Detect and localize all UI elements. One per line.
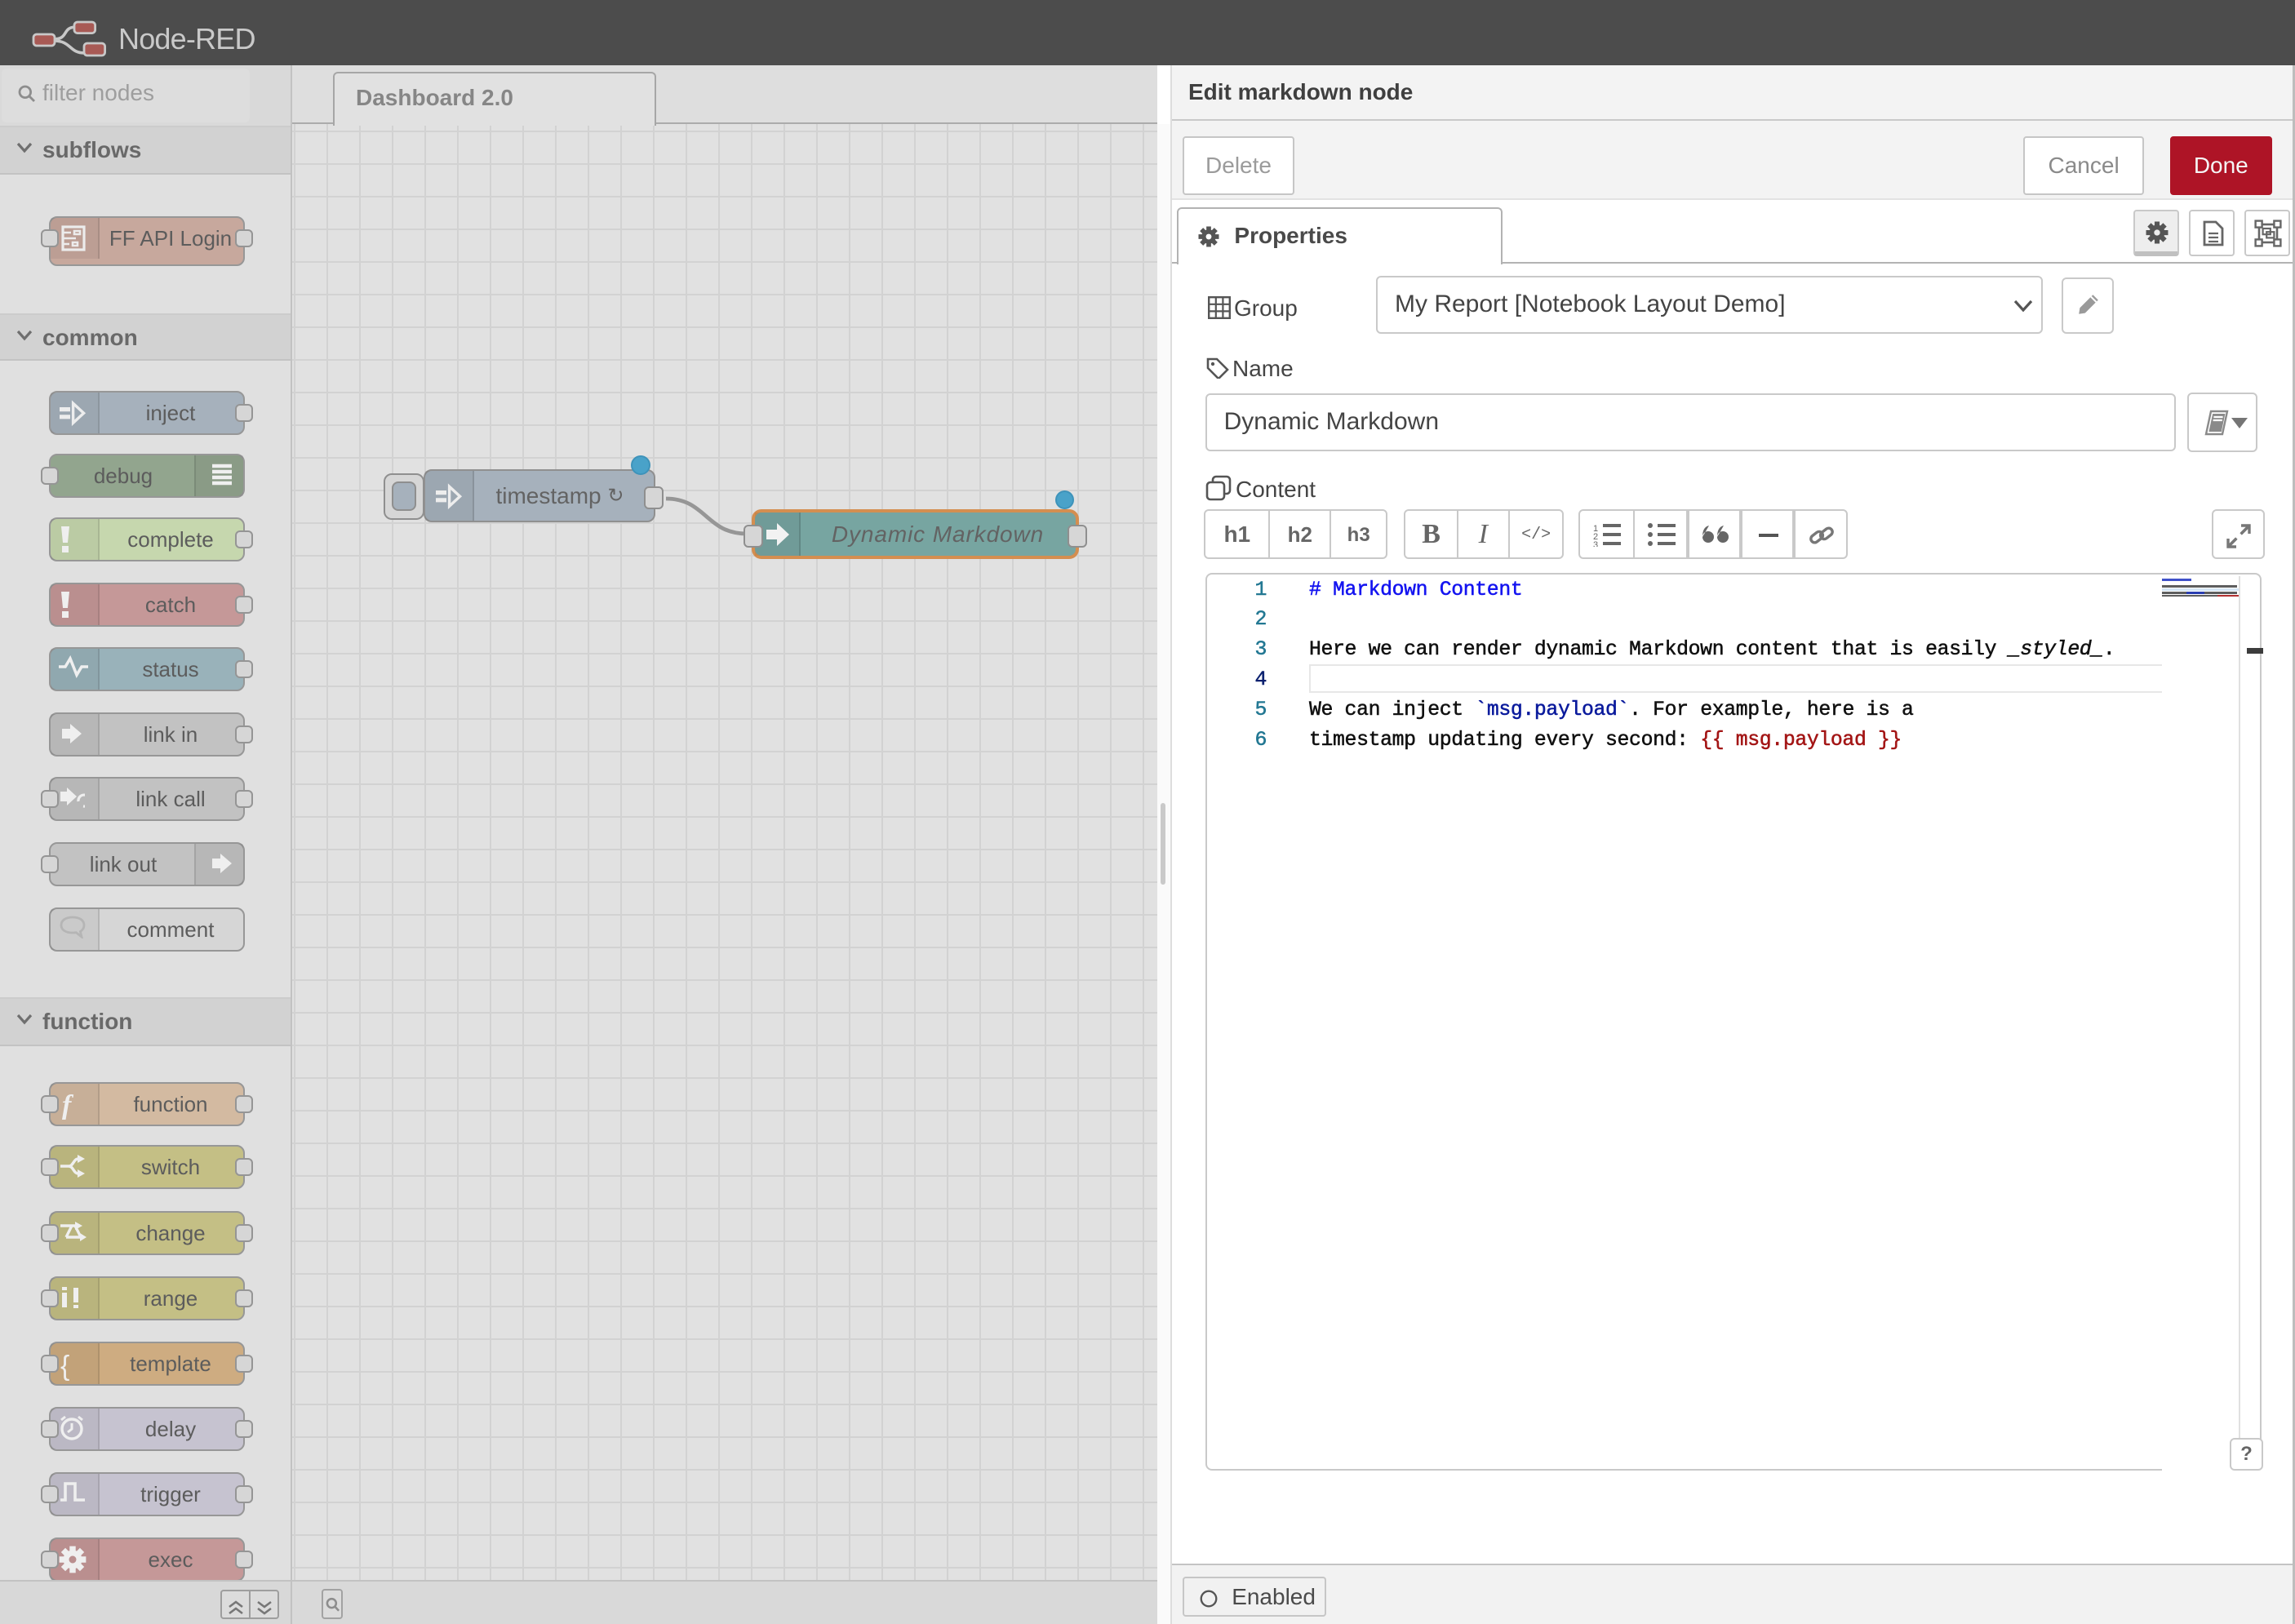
svg-text:{: {	[60, 1351, 69, 1381]
svg-text:f: f	[62, 1090, 74, 1120]
svg-text:3: 3	[1593, 540, 1598, 547]
